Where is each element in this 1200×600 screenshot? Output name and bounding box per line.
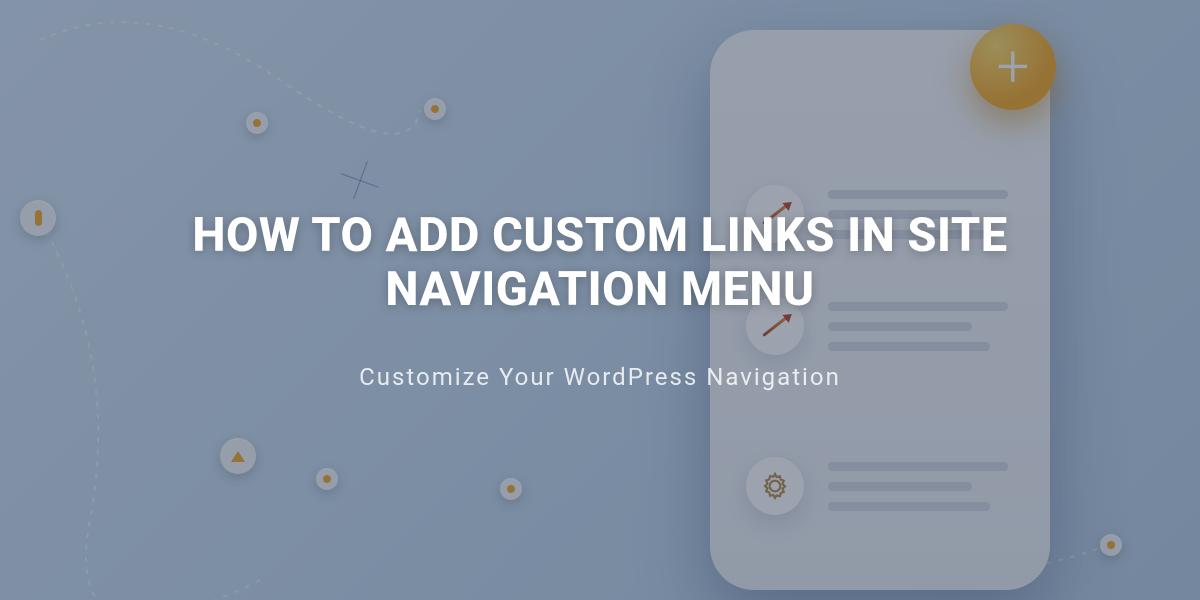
hero-content: HOW TO ADD CUSTOM LINKS IN SITE NAVIGATI… bbox=[0, 0, 1200, 600]
hero-subtitle: Customize Your WordPress Navigation bbox=[359, 363, 841, 391]
hero-title: HOW TO ADD CUSTOM LINKS IN SITE NAVIGATI… bbox=[140, 209, 1060, 317]
